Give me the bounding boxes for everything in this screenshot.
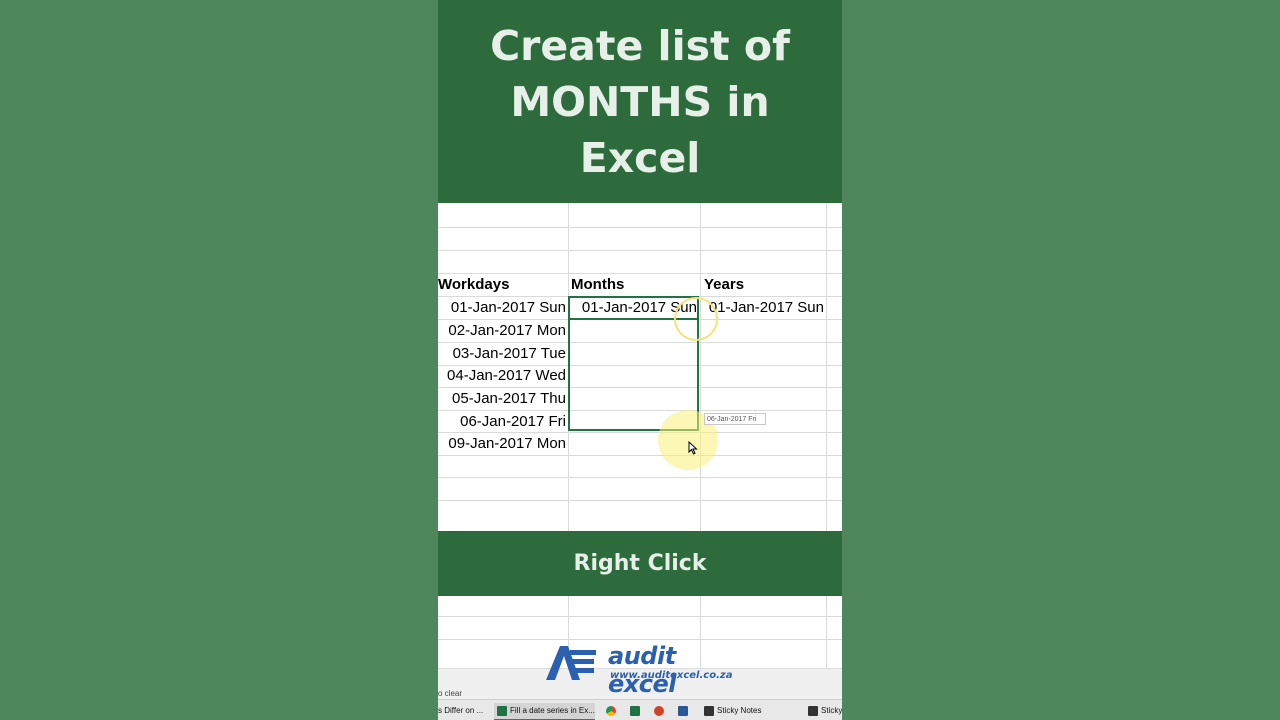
word-icon[interactable] — [678, 706, 688, 716]
cell-workday[interactable]: 03-Jan-2017 Tue — [438, 343, 566, 365]
excel-app-icon[interactable] — [630, 706, 640, 716]
spreadsheet-grid: Workdays Months Years 01-Jan-2017 Sun 02… — [438, 203, 842, 531]
page-title: Create list of MONTHS in Excel — [490, 21, 790, 182]
cell-workday[interactable]: 01-Jan-2017 Sun — [438, 297, 566, 319]
instruction-banner: Right Click — [438, 531, 842, 596]
gridline — [438, 227, 842, 228]
cell-workday[interactable]: 04-Jan-2017 Wed — [438, 365, 566, 387]
gridline — [826, 203, 827, 531]
taskbar-item[interactable]: s Differ on ... — [438, 703, 490, 719]
gridline — [438, 250, 842, 251]
gridline — [438, 455, 842, 456]
cell-workday[interactable]: 05-Jan-2017 Thu — [438, 388, 566, 410]
click-highlight-ring — [674, 297, 718, 341]
header-workdays[interactable]: Workdays — [438, 274, 509, 296]
header-months[interactable]: Months — [571, 274, 624, 296]
taskbar-item-excel[interactable]: Fill a date series in Ex... — [494, 703, 595, 720]
audit-excel-logo: audit excel www.auditexcel.co.za — [542, 640, 742, 698]
instruction-text: Right Click — [573, 551, 707, 576]
header-years[interactable]: Years — [704, 274, 744, 296]
taskbar-item-label: s Differ on ... — [438, 706, 484, 715]
cell-workday[interactable]: 09-Jan-2017 Mon — [438, 433, 566, 455]
gridline — [438, 477, 842, 478]
title-banner: Create list of MONTHS in Excel — [438, 0, 842, 203]
logo-mark-icon — [546, 646, 596, 680]
taskbar-item-sticky-notes[interactable]: Sticky Notes — [700, 703, 800, 719]
gridline — [438, 616, 842, 617]
right-background — [842, 0, 1280, 720]
sticky-notes-icon — [704, 705, 714, 716]
status-text: o clear — [438, 689, 463, 698]
cell-year[interactable]: 01-Jan-2017 Sun — [701, 297, 824, 319]
fill-tooltip: 06-Jan-2017 Fri — [704, 413, 766, 425]
gridline — [438, 500, 842, 501]
cell-workday[interactable]: 02-Jan-2017 Mon — [438, 320, 566, 342]
windows-taskbar: s Differ on ... Fill a date series in Ex… — [438, 699, 842, 720]
taskbar-item-sticky[interactable]: Sticky — [808, 703, 842, 719]
logo-url: www.auditexcel.co.za — [610, 670, 733, 681]
excel-icon — [497, 705, 507, 716]
cell-workday[interactable]: 06-Jan-2017 Fri — [438, 411, 566, 433]
sticky-notes-icon — [808, 705, 818, 716]
taskbar-item-label: Fill a date series in Ex... — [510, 706, 595, 715]
video-panel: Create list of MONTHS in Excel Workdays … — [438, 0, 842, 720]
left-background — [0, 0, 438, 720]
gridline — [826, 596, 827, 668]
taskbar-item-label: Sticky Notes — [717, 706, 762, 715]
mouse-cursor-icon — [688, 441, 698, 455]
powerpoint-icon[interactable] — [654, 706, 664, 716]
taskbar-item-label: Sticky — [821, 706, 842, 715]
chrome-icon[interactable] — [606, 706, 616, 716]
gridline — [700, 203, 701, 531]
